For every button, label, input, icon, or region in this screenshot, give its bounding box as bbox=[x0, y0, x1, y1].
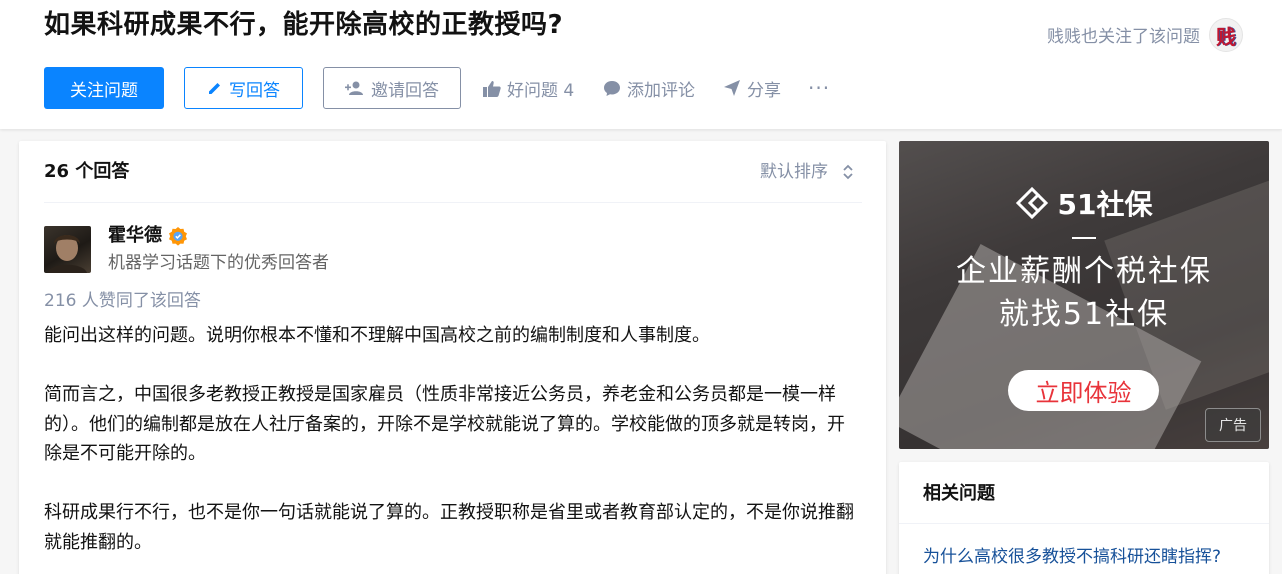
divider bbox=[899, 523, 1269, 524]
author-avatar[interactable] bbox=[44, 226, 91, 273]
brand-logo-icon bbox=[1015, 187, 1048, 219]
verified-badge-icon bbox=[169, 227, 187, 246]
ad-banner[interactable]: 51社保 企业薪酬个税社保 就找51社保 立即体验 广告 bbox=[899, 141, 1269, 449]
ad-divider bbox=[1072, 237, 1096, 239]
more-button[interactable]: ··· bbox=[808, 67, 830, 109]
question-title: 如果科研成果不行，能开除高校的正教授吗? bbox=[44, 10, 564, 40]
invite-answer-label: 邀请回答 bbox=[371, 80, 439, 101]
answer-list-header: 26 个回答 默认排序 bbox=[44, 141, 862, 203]
add-person-icon bbox=[345, 81, 363, 95]
answer-paragraph: 能问出这样的问题。说明你根本不懂和不理解中国高校之前的编制制度和人事制度。 bbox=[44, 325, 710, 346]
good-question-label: 好问题 4 bbox=[507, 80, 575, 101]
invite-answer-button[interactable]: 邀请回答 bbox=[323, 67, 461, 109]
write-answer-button[interactable]: 写回答 bbox=[184, 67, 303, 109]
ad-cta-button[interactable]: 立即体验 bbox=[1008, 370, 1159, 411]
ad-label[interactable]: 广告 bbox=[1205, 408, 1261, 442]
related-title: 相关问题 bbox=[923, 483, 995, 504]
author-name[interactable]: 霍华德 bbox=[108, 223, 162, 249]
vote-count: 216 人赞同了该回答 bbox=[44, 291, 201, 311]
ad-logo: 51社保 bbox=[899, 183, 1269, 223]
ad-headline-1: 企业薪酬个税社保 bbox=[956, 254, 1212, 289]
share-label: 分享 bbox=[747, 80, 781, 101]
author-name-row: 霍华德 bbox=[108, 223, 188, 249]
paper-plane-icon bbox=[724, 80, 740, 96]
pencil-icon bbox=[209, 83, 220, 94]
thumb-up-icon bbox=[483, 80, 501, 97]
share-button[interactable]: 分享 bbox=[723, 67, 781, 109]
related-questions: 相关问题 为什么高校很多教授不搞科研还瞎指挥? bbox=[899, 462, 1269, 574]
answer-paragraph: 科研成果行不行，也不是你一句话就能说了算的。正教授职称是省里或者教育部认定的，不… bbox=[44, 502, 854, 553]
more-icon: ··· bbox=[808, 76, 831, 100]
ad-logo-text: 51社保 bbox=[1057, 188, 1153, 221]
follower-avatar[interactable]: 贱 bbox=[1209, 18, 1243, 52]
add-comment-label: 添加评论 bbox=[627, 80, 695, 101]
sort-arrows-icon bbox=[843, 164, 853, 180]
follow-question-label: 关注问题 bbox=[70, 80, 138, 101]
sort-selector[interactable]: 默认排序 bbox=[760, 159, 854, 185]
question-header: 如果科研成果不行，能开除高校的正教授吗? 贱贱也关注了该问题 贱 关注问题 写回… bbox=[0, 0, 1282, 129]
comment-icon bbox=[604, 80, 620, 96]
author-headline: 机器学习话题下的优秀回答者 bbox=[108, 253, 329, 273]
write-answer-label: 写回答 bbox=[229, 80, 280, 101]
add-comment-button[interactable]: 添加评论 bbox=[603, 67, 695, 109]
related-question-link[interactable]: 为什么高校很多教授不搞科研还瞎指挥? bbox=[923, 545, 1221, 569]
sort-label: 默认排序 bbox=[760, 162, 828, 182]
ad-headline-2: 就找51社保 bbox=[998, 297, 1170, 332]
follower-status: 贱贱也关注了该问题 bbox=[1047, 27, 1200, 47]
answer-count: 26 个回答 bbox=[44, 161, 130, 182]
answer-content: 能问出这样的问题。说明你根本不懂和不理解中国高校之前的编制制度和人事制度。 简而… bbox=[44, 321, 862, 574]
good-question-button[interactable]: 好问题 4 bbox=[483, 67, 574, 109]
follow-question-button[interactable]: 关注问题 bbox=[44, 67, 164, 109]
answer-paragraph: 简而言之，中国很多老教授正教授是国家雇员（性质非常接近公务员，养老金和公务员都是… bbox=[44, 384, 845, 464]
answer-list: 26 个回答 默认排序 霍华德 机器学习话题下的优秀回答者 216 人赞同了该回… bbox=[19, 141, 886, 574]
